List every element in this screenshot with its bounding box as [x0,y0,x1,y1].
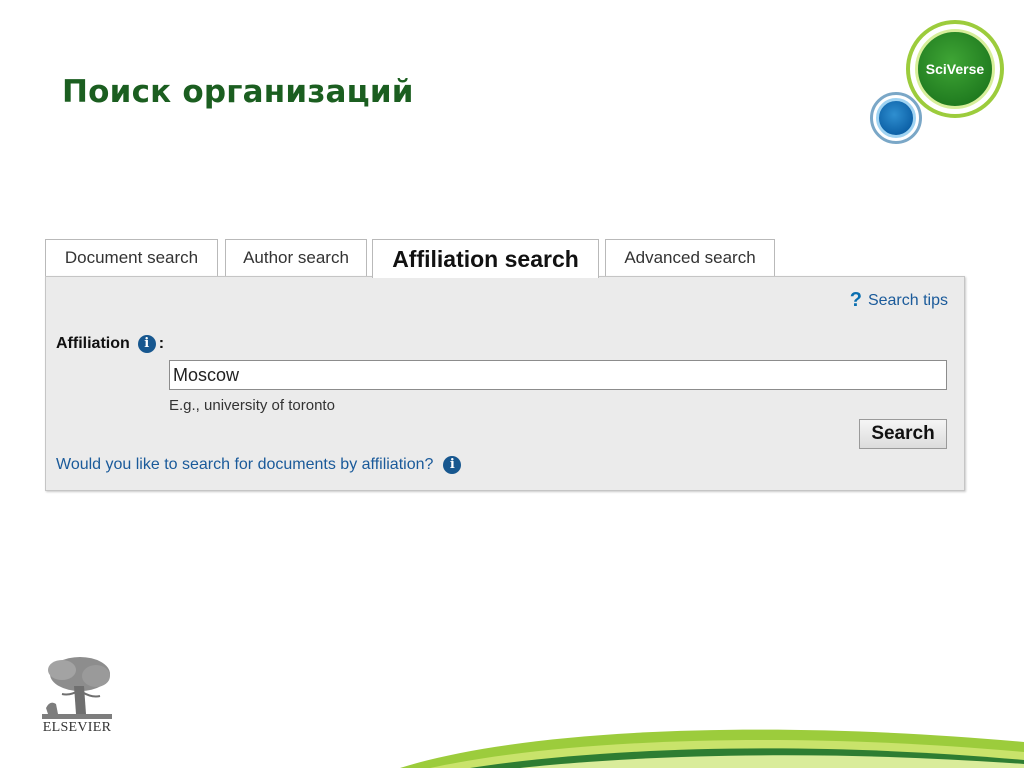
decorative-swoosh [400,729,1024,768]
documents-by-affiliation-label: Would you like to search for documents b… [56,456,434,473]
search-button[interactable]: Search [859,419,947,449]
affiliation-label: Affiliation [56,335,130,352]
tab-document-search[interactable]: Document search [45,239,218,276]
blue-circle-inner [876,98,916,138]
tab-author-search[interactable]: Author search [225,239,367,276]
sciverse-logo-text: SciVerse [915,29,995,109]
info-icon[interactable]: i [443,456,462,474]
info-icon[interactable]: i [137,335,156,353]
search-tips-label: Search tips [867,291,948,309]
sciverse-logo-circle: SciVerse [906,20,1004,118]
affiliation-input[interactable] [169,360,947,390]
affiliation-example: E.g., university of toronto [169,397,335,414]
search-tips-link[interactable]: ? Search tips [850,289,948,312]
question-mark-icon: ? [849,289,862,311]
tab-advanced-search[interactable]: Advanced search [605,239,775,276]
blue-circle-decoration [870,92,922,144]
sciverse-badge: SciVerse [868,18,1008,148]
tab-affiliation-search[interactable]: Affiliation search [372,239,599,278]
affiliation-colon: : [158,335,165,352]
affiliation-label-row: Affiliation i : [56,335,164,353]
slide-title: Поиск организаций [62,74,414,110]
documents-by-affiliation-link[interactable]: Would you like to search for documents b… [56,456,462,474]
affiliation-search-panel: ? Search tips Affiliation i : E.g., univ… [45,276,965,491]
